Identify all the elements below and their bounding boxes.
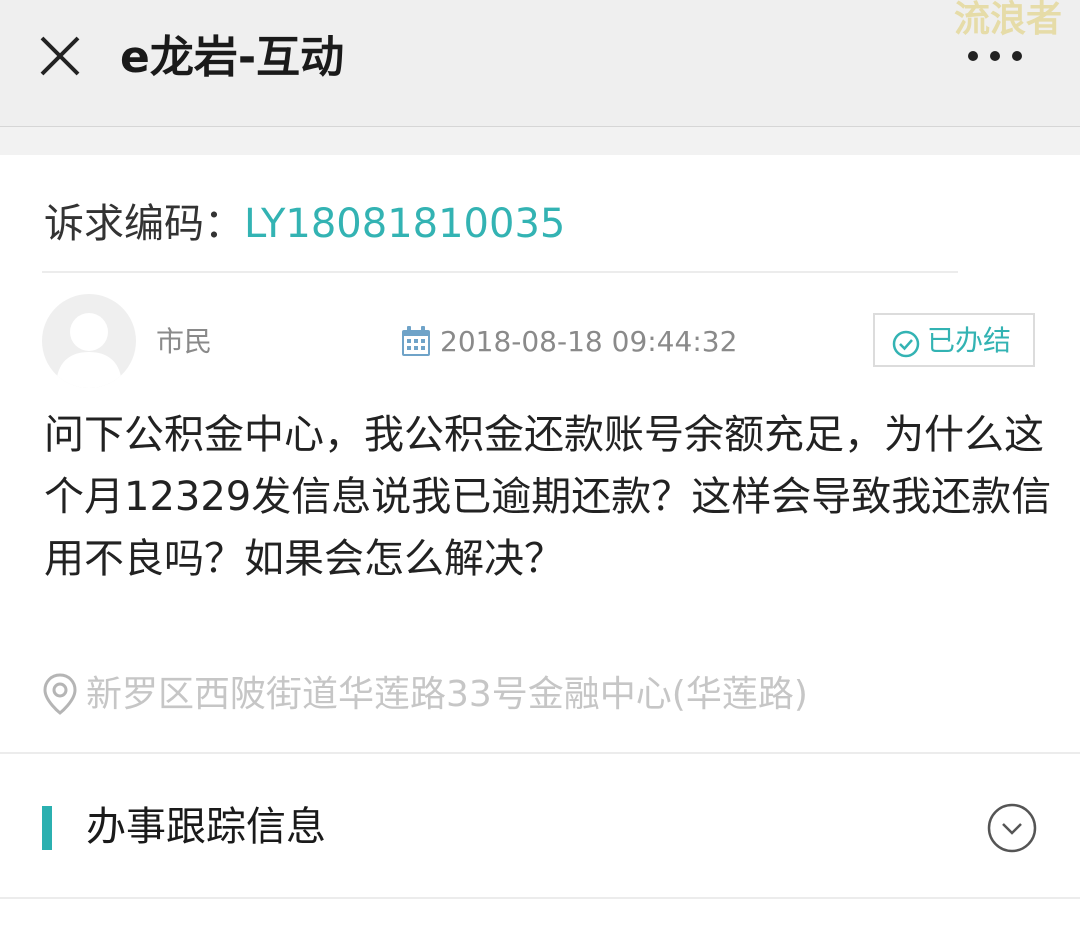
section-accent-bar: [42, 806, 52, 850]
status-badge: 已办结: [873, 313, 1035, 367]
divider: [42, 271, 958, 273]
tracking-section-title: 办事跟踪信息: [86, 804, 326, 850]
status-text: 已办结: [927, 324, 1012, 357]
header-gap: [0, 127, 1080, 155]
watermark: 流浪者: [954, 0, 1063, 40]
question-text: 问下公积金中心，我公积金还款账号余额充足，为什么这个月12329发信息说我已逾期…: [44, 412, 1052, 582]
title-bar: e龙岩-互动 流浪者: [0, 0, 1080, 127]
petition-code: 诉求编码：LY18081810035: [44, 196, 565, 252]
page-title: e龙岩-互动: [120, 32, 345, 83]
petition-code-label: 诉求编码：: [44, 201, 244, 247]
location-text: 新罗区西陂街道华莲路33号金融中心(华莲路): [86, 674, 808, 715]
location-pin-icon: [42, 672, 78, 716]
avatar: [42, 294, 136, 388]
more-dots-icon[interactable]: [960, 36, 1030, 76]
timestamp: 2018-08-18 09:44:32: [440, 325, 738, 358]
petition-code-value: LY18081810035: [244, 201, 566, 247]
user-name: 市民: [156, 325, 213, 358]
chevron-down-icon[interactable]: [986, 802, 1038, 854]
check-circle-icon: [891, 329, 921, 359]
divider: [0, 752, 1080, 754]
calendar-icon: [400, 324, 432, 358]
close-icon[interactable]: [32, 28, 88, 84]
divider: [0, 897, 1080, 899]
